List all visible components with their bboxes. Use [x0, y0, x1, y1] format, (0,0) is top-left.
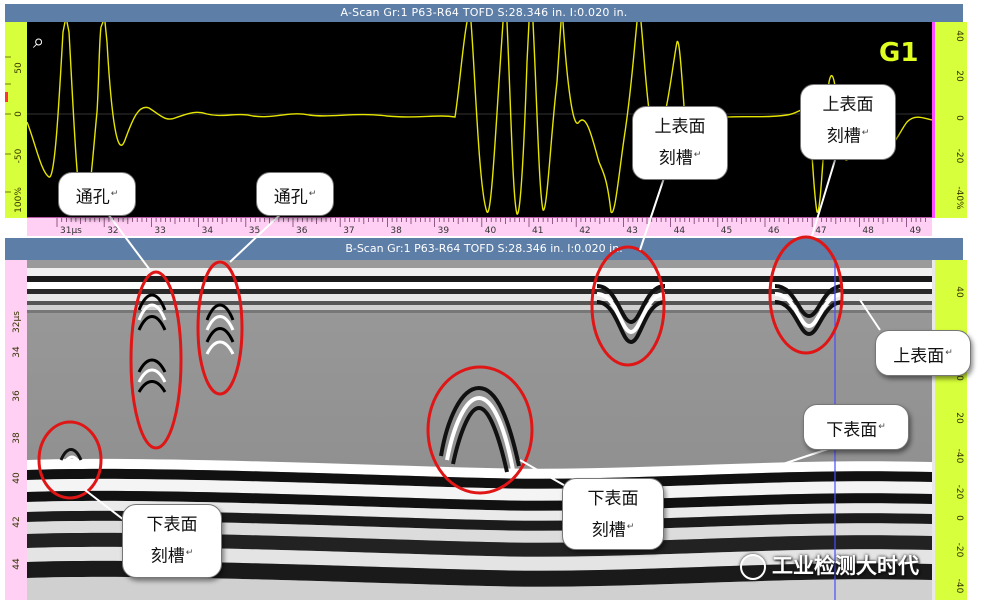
ruler-label: 41	[532, 226, 543, 236]
paragraph-mark: ↵	[308, 189, 317, 199]
bscan-amplitude-scale[interactable]: 40 20 0 20 -40 -20 0 -20 -40	[932, 260, 967, 600]
ascan-right-tick: -20	[954, 149, 964, 164]
callout-text: 下表面	[587, 489, 639, 509]
callout-bottom-surface: 下表面↵	[803, 404, 909, 450]
bscan-title: B-Scan Gr:1 P63-R64 TOFD S:28.346 in. I:…	[345, 242, 623, 255]
callout-text: 刻槽	[826, 126, 861, 147]
callout-text: 通孔	[75, 187, 110, 208]
callout-bottom-notch-1: 下表面 刻槽↵	[122, 504, 222, 578]
callout-through-hole-1: 通孔↵	[58, 172, 136, 216]
ruler-label: 40	[485, 226, 497, 236]
callout-top-surface: 上表面↵	[875, 330, 971, 376]
ruler-label: 49	[910, 226, 922, 236]
ascan-left-tick: 50	[14, 62, 24, 74]
bscan-left-tick: 40	[12, 472, 22, 484]
callout-through-hole-2: 通孔↵	[256, 172, 334, 216]
ascan-plot[interactable]: ⌕ G1	[27, 22, 932, 218]
bscan-left-tick: 36	[12, 390, 22, 402]
ruler-label: 34	[202, 226, 214, 236]
watermark-text: 工业检测大时代	[772, 554, 919, 578]
callout-text: 上表面	[654, 117, 706, 137]
ascan-waveform	[27, 22, 932, 215]
ruler-label: 33	[154, 226, 165, 236]
ruler-label: 35	[249, 226, 260, 236]
paragraph-mark: ↵	[110, 189, 119, 199]
paragraph-mark: ↵	[626, 522, 635, 532]
bscan-left-tick: 42	[12, 516, 22, 527]
bscan-left-tick: 38	[12, 432, 22, 444]
callout-text: 上表面	[893, 346, 945, 367]
callout-text: 通孔	[273, 187, 308, 208]
ruler-label: 38	[390, 226, 402, 236]
ruler-label: 44	[674, 226, 686, 236]
ascan-left-tick: 0	[14, 111, 24, 117]
bscan-left-tick: 34	[12, 346, 22, 358]
ascan-time-ruler[interactable]: 31μs 32 33 34 35 36 37 38 39 40 41 42 43 44 45 46 47 48 49…	[27, 217, 969, 236]
callout-top-notch-1: 上表面 刻槽↵	[632, 106, 728, 180]
bscan-right-tick: -20	[954, 485, 964, 500]
ascan-left-tick: -50	[14, 148, 24, 163]
paragraph-mark: ↵	[945, 348, 953, 358]
callout-text: 刻槽	[150, 546, 185, 567]
ascan-right-tick: -40%	[954, 186, 964, 210]
ruler-label: 37	[343, 226, 354, 236]
callout-text: 刻槽	[591, 520, 626, 541]
paragraph-mark: ↵	[185, 548, 194, 558]
group-label: G1	[879, 38, 919, 68]
paragraph-mark: ↵	[693, 150, 702, 160]
paragraph-mark: ↵	[861, 128, 870, 138]
callout-text: 下表面	[826, 420, 878, 441]
callout-text: 上表面	[822, 95, 874, 115]
wechat-icon	[740, 554, 766, 580]
bscan-right-tick: 0	[954, 515, 964, 521]
bscan-title-bar: B-Scan Gr:1 P63-R64 TOFD S:28.346 in. I:…	[5, 238, 963, 260]
ascan-amplitude-scale-right[interactable]: 40 20 0 -20 -40%	[932, 22, 967, 218]
ascan-left-tick: 100%	[14, 187, 24, 213]
zoom-icon[interactable]: ⌕	[33, 29, 44, 53]
bscan-left-tick: 32μs	[12, 311, 22, 333]
bscan-right-tick: 0	[954, 375, 964, 381]
callout-text: 下表面	[146, 515, 198, 535]
ruler-label: 48	[862, 226, 874, 236]
ruler-label: 43	[626, 226, 637, 236]
bscan-depth-scale[interactable]: 32μs 34 36 38 40 42 44	[5, 260, 28, 600]
paragraph-mark: ↵	[878, 422, 886, 432]
bscan-right-tick: 40	[954, 286, 964, 298]
watermark: 工业检测大时代	[740, 550, 919, 580]
ruler-label: 32	[107, 226, 118, 236]
bscan-right-tick: -40	[954, 449, 964, 464]
ruler-label: 42	[579, 226, 590, 236]
bscan-right-tick: -40	[954, 579, 964, 594]
ruler-label: 36	[296, 226, 308, 236]
ascan-right-tick: 20	[954, 70, 964, 82]
callout-top-notch-2: 上表面 刻槽↵	[800, 84, 896, 160]
ascan-title-bar: A-Scan Gr:1 P63-R64 TOFD S:28.346 in. I:…	[5, 4, 963, 22]
ruler-label: 46	[768, 226, 780, 236]
bscan-right-tick: -20	[954, 543, 964, 558]
callout-text: 刻槽	[658, 148, 693, 169]
bscan-right-tick: 20	[954, 412, 964, 424]
ascan-right-tick: 40	[954, 30, 964, 42]
ruler-label: 31μs	[60, 226, 82, 236]
bscan-left-tick: 44	[12, 558, 22, 570]
ascan-title: A-Scan Gr:1 P63-R64 TOFD S:28.346 in. I:…	[340, 6, 628, 19]
ascan-amplitude-scale-left[interactable]: 50 0 -50 100%	[5, 22, 28, 218]
ruler-label: 47	[815, 226, 826, 236]
ruler-label: 39	[438, 226, 450, 236]
callout-bottom-notch-2: 下表面 刻槽↵	[562, 478, 664, 550]
ruler-label: 45	[721, 226, 732, 236]
ascan-right-tick: 0	[954, 115, 964, 121]
